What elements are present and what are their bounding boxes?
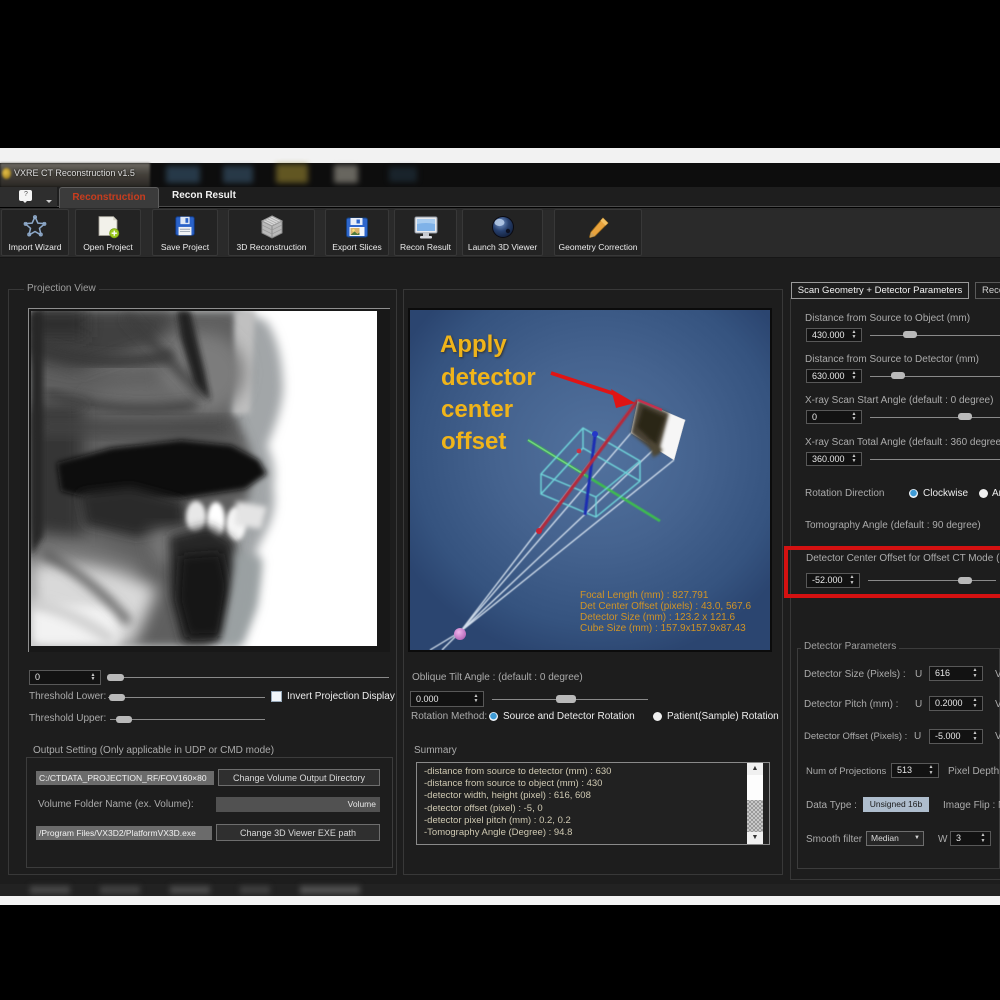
svg-text:Focal Length (mm) : 827.791: Focal Length (mm) : 827.791 [580, 590, 709, 601]
svg-text:Cube Size (mm) : 157.9x157.9x8: Cube Size (mm) : 157.9x157.9x87.43 [580, 623, 746, 634]
svg-text:Apply: Apply [440, 331, 507, 358]
svg-text:Det Center Offset (pixels) : 4: Det Center Offset (pixels) : 43.0, 567.6 [580, 601, 751, 612]
svg-text:detector: detector [441, 364, 536, 391]
svg-text:Detector Size (mm) : 123.2 x 1: Detector Size (mm) : 123.2 x 121.6 [580, 612, 736, 623]
svg-text:center: center [441, 396, 513, 423]
svg-text:offset: offset [441, 428, 506, 455]
